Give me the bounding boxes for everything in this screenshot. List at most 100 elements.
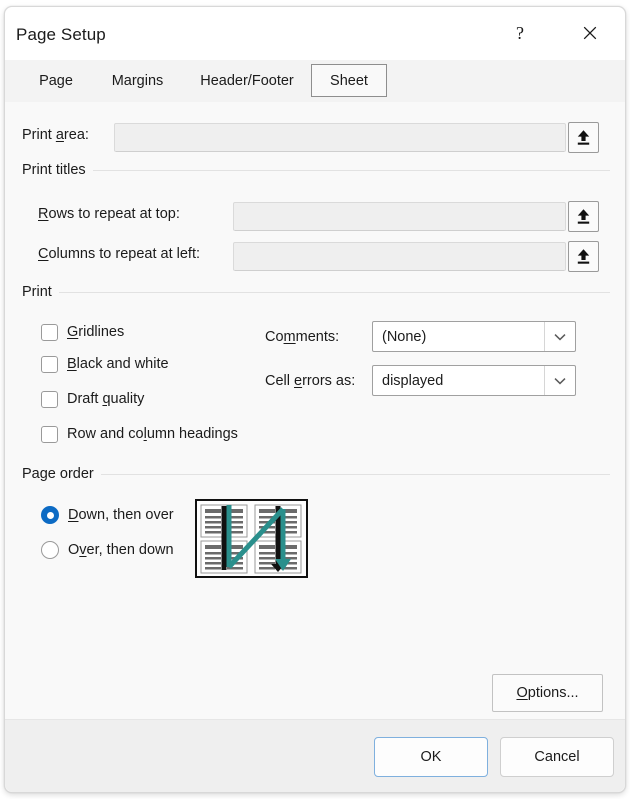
checkbox-label: Gridlines — [67, 324, 124, 340]
options-button-label-post: ptions... — [527, 685, 579, 701]
radio-label-post: own, then over — [78, 507, 174, 523]
print-area-label-accel: a — [55, 127, 64, 143]
checkbox-label-post: uality — [110, 391, 145, 407]
tab-strip: Page Margins Header/Footer Sheet — [5, 60, 625, 102]
radio-label-accel: D — [68, 507, 79, 523]
checkbox-label-post: ridlines — [78, 324, 125, 340]
cell-errors-label-pre: Cell — [265, 373, 295, 389]
rows-to-repeat-collapse-button[interactable] — [568, 201, 599, 232]
checkbox-box — [41, 355, 58, 373]
title-bar: Page Setup ? — [5, 7, 625, 60]
tab-label: Margins — [111, 72, 164, 89]
help-button[interactable]: ? — [501, 15, 539, 51]
cell-errors-label: Cell errors as: — [265, 373, 355, 389]
page-title: Page Setup — [16, 25, 106, 44]
comments-label: Comments: — [265, 329, 339, 345]
print-group-header: Print — [22, 284, 610, 300]
checkbox-label: Black and white — [67, 356, 169, 372]
collapse-dialog-up-arrow-icon — [577, 209, 590, 224]
options-button-accel: O — [516, 685, 528, 701]
radio-down-then-over[interactable]: Down, then over — [41, 504, 174, 526]
print-area-label-pre: Print — [22, 127, 56, 143]
tab-label: Page — [39, 72, 73, 89]
group-separator-rule — [58, 291, 610, 293]
options-button-label: Options... — [516, 685, 578, 701]
checkbox-label-post: lack and white — [76, 356, 169, 372]
ok-button[interactable]: OK — [374, 737, 488, 777]
cell-errors-value: displayed — [382, 372, 444, 389]
columns-to-repeat-input[interactable] — [233, 242, 566, 271]
tab-header-footer[interactable]: Header/Footer — [183, 64, 311, 97]
comments-value: (None) — [382, 328, 427, 345]
columns-to-repeat-collapse-button[interactable] — [568, 241, 599, 272]
radio-label-accel: v — [79, 542, 87, 558]
close-button[interactable] — [571, 15, 609, 51]
options-button[interactable]: Options... — [492, 674, 603, 712]
columns-to-repeat-label: Columns to repeat at left: — [38, 246, 200, 262]
dialog-footer: OK Cancel — [5, 719, 625, 792]
tab-label: Header/Footer — [200, 72, 294, 89]
checkbox-box — [41, 425, 58, 443]
sheet-tab-panel: Print area: Print titles Rows to repeat … — [5, 102, 625, 720]
columns-to-repeat-label-post: olumns to repeat at left: — [48, 246, 201, 262]
checkbox-black-and-white[interactable]: Black and white — [41, 353, 169, 375]
page-order-group-header: Page order — [22, 466, 610, 482]
tab-page[interactable]: Page — [20, 64, 92, 97]
page-order-down-then-over-preview-icon — [200, 504, 302, 574]
group-separator-rule — [100, 473, 610, 475]
checkbox-row-and-column-headings[interactable]: Row and column headings — [41, 423, 238, 445]
group-separator-rule — [92, 169, 610, 171]
comments-label-accel: m — [283, 329, 296, 345]
comments-label-post: ments: — [295, 329, 340, 345]
radio-button-selected — [41, 506, 59, 524]
chevron-down-icon — [544, 322, 575, 351]
radio-label: Over, then down — [68, 542, 174, 558]
checkbox-label-accel: q — [102, 391, 111, 407]
collapse-dialog-up-arrow-icon — [577, 249, 590, 264]
checkbox-label: Row and column headings — [67, 426, 238, 442]
cancel-button[interactable]: Cancel — [500, 737, 614, 777]
checkbox-label-post: umn headings — [146, 426, 238, 442]
cell-errors-label-accel: e — [294, 373, 303, 389]
checkbox-label: Draft quality — [67, 391, 144, 407]
comments-dropdown[interactable]: (None) — [372, 321, 576, 352]
page-order-preview — [195, 499, 308, 578]
rows-to-repeat-label: Rows to repeat at top: — [38, 206, 180, 222]
rows-to-repeat-label-accel: R — [38, 206, 49, 222]
radio-button — [41, 541, 59, 559]
cancel-button-label: Cancel — [534, 749, 580, 765]
close-icon — [583, 26, 597, 40]
checkbox-label-pre: Row and co — [67, 426, 144, 442]
checkbox-label-accel: G — [67, 324, 79, 340]
ok-button-label: OK — [420, 749, 442, 765]
checkbox-gridlines[interactable]: Gridlines — [41, 321, 124, 343]
rows-to-repeat-label-post: ows to repeat at top: — [48, 206, 180, 222]
page-order-group-label: Page order — [22, 466, 94, 482]
radio-label: Down, then over — [68, 507, 174, 523]
print-group-label: Print — [22, 284, 52, 300]
chevron-down-icon — [544, 366, 575, 395]
print-titles-group-label: Print titles — [22, 162, 86, 178]
checkbox-label-accel: B — [67, 356, 77, 372]
collapse-dialog-up-arrow-icon — [577, 130, 590, 145]
tab-label: Sheet — [330, 72, 368, 89]
page-setup-dialog: Page Setup ? Page Margins Header/Footer … — [4, 6, 626, 793]
checkbox-label-pre: Draft — [67, 391, 103, 407]
tab-margins[interactable]: Margins — [92, 64, 183, 97]
radio-over-then-down[interactable]: Over, then down — [41, 539, 174, 561]
print-area-input[interactable] — [114, 123, 566, 152]
rows-to-repeat-input[interactable] — [233, 202, 566, 231]
checkbox-box — [41, 390, 58, 408]
checkbox-box — [41, 323, 58, 341]
tab-sheet[interactable]: Sheet — [311, 64, 387, 97]
print-area-label-post: rea: — [63, 127, 89, 143]
columns-to-repeat-label-accel: C — [38, 246, 49, 262]
print-titles-group-header: Print titles — [22, 162, 610, 178]
print-area-collapse-button[interactable] — [568, 122, 599, 153]
radio-label-post: er, then down — [86, 542, 174, 558]
cell-errors-dropdown[interactable]: displayed — [372, 365, 576, 396]
radio-label-pre: O — [68, 542, 80, 558]
print-area-label: Print area: — [22, 127, 89, 143]
checkbox-draft-quality[interactable]: Draft quality — [41, 388, 144, 410]
question-mark-icon: ? — [516, 22, 524, 43]
